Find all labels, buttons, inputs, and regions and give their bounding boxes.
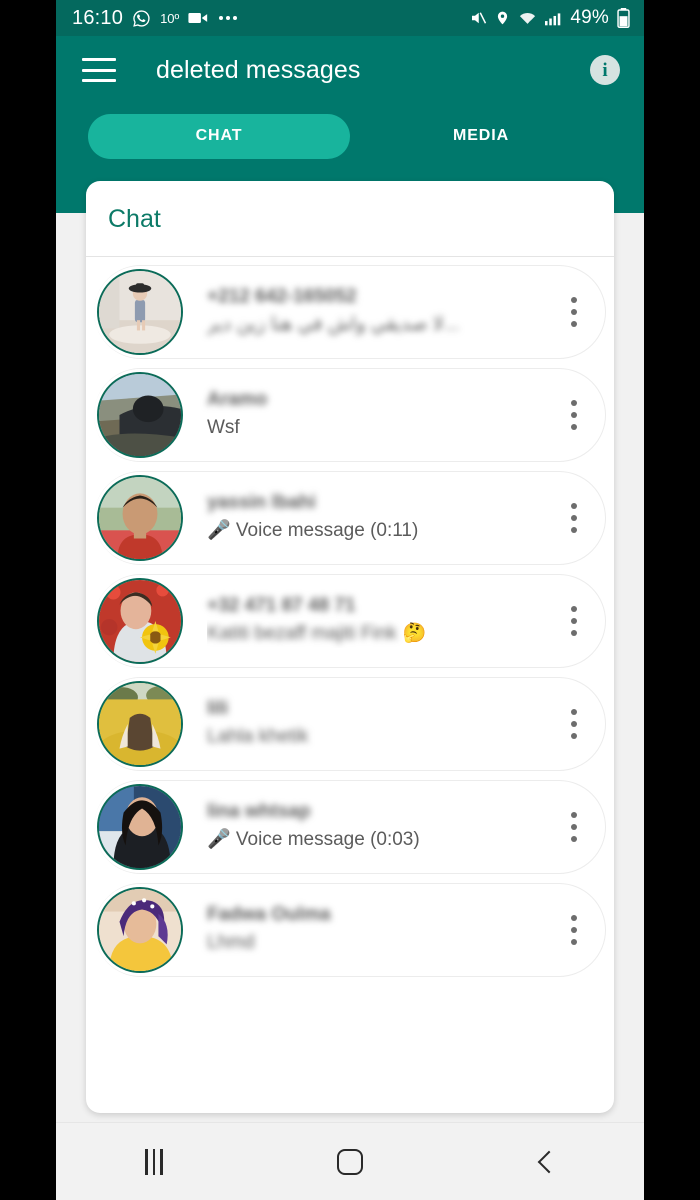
last-message: Lhmd <box>207 932 255 953</box>
recents-icon <box>145 1148 163 1175</box>
location-pin-icon <box>495 9 510 27</box>
last-message: Wsf <box>207 417 240 438</box>
hamburger-menu-icon[interactable] <box>82 58 116 82</box>
contact-name: yassin lbahi <box>207 492 316 513</box>
kebab-menu-icon[interactable] <box>563 604 585 638</box>
chat-card-container: Chat +212 642-165052 لا صديقي واش في هنا… <box>86 181 614 1113</box>
list-item[interactable]: lili Lahla khetik <box>94 677 606 771</box>
phone-screen: 16:10 10º 49% deleted messages i CHAT ME… <box>56 0 644 1200</box>
avatar <box>97 887 183 973</box>
last-message: 🎤 Voice message (0:03) <box>207 829 420 850</box>
list-item-text: lina whtsap 🎤 Voice message (0:03) <box>207 800 605 854</box>
list-item-text: Fadwa Oulma Lhmd <box>207 903 605 957</box>
wifi-icon <box>518 10 537 26</box>
contact-name: Fadwa Oulma <box>207 904 331 925</box>
status-clock: 16:10 <box>72 6 124 29</box>
status-bar: 16:10 10º 49% <box>56 0 644 36</box>
battery-icon <box>617 8 630 28</box>
list-item-text: lili Lahla khetik <box>207 697 605 751</box>
avatar <box>97 475 183 561</box>
contact-name: lina whtsap <box>207 801 311 822</box>
list-item-text: yassin lbahi 🎤 Voice message (0:11) <box>207 491 605 545</box>
volume-mute-icon <box>469 9 487 27</box>
list-item[interactable]: Aramo Wsf <box>94 368 606 462</box>
page-title: deleted messages <box>156 55 361 84</box>
kebab-menu-icon[interactable] <box>563 501 585 535</box>
kebab-menu-icon[interactable] <box>563 913 585 947</box>
last-message: Katiti bezaff majiti Fink <box>207 623 397 644</box>
whatsapp-icon <box>132 9 151 28</box>
back-button[interactable] <box>501 1134 591 1190</box>
last-message: 🎤 Voice message (0:11) <box>207 520 419 541</box>
tab-media[interactable]: MEDIA <box>350 114 612 159</box>
tab-bar: CHAT MEDIA <box>56 104 644 168</box>
status-bar-left: 16:10 10º <box>72 6 238 30</box>
kebab-menu-icon[interactable] <box>563 810 585 844</box>
list-item[interactable]: Fadwa Oulma Lhmd <box>94 883 606 977</box>
video-camera-icon <box>188 11 208 25</box>
cellular-signal-icon <box>545 11 562 26</box>
status-bar-right: 49% <box>469 7 630 29</box>
last-message-wrapper: Katiti bezaff majiti Fink 🤔 <box>207 620 551 648</box>
contact-name: +32 471 87 48 71 <box>207 595 356 616</box>
home-icon <box>337 1148 363 1175</box>
list-item-text: Aramo Wsf <box>207 388 605 442</box>
app-bar: deleted messages i <box>56 36 644 104</box>
avatar <box>97 681 183 767</box>
system-navigation-bar <box>56 1122 644 1200</box>
avatar <box>97 578 183 664</box>
list-item-text: +212 642-165052 لا صديقي واش في هنا زين … <box>207 285 605 339</box>
home-button[interactable] <box>305 1134 395 1190</box>
kebab-menu-icon[interactable] <box>563 707 585 741</box>
chat-card: Chat +212 642-165052 لا صديقي واش في هنا… <box>86 181 614 1113</box>
chat-list: +212 642-165052 لا صديقي واش في هنا زين … <box>86 257 614 977</box>
contact-name: lili <box>207 698 229 719</box>
tab-chat[interactable]: CHAT <box>88 113 350 159</box>
status-temperature: 10º <box>160 10 180 26</box>
card-title: Chat <box>108 205 161 233</box>
list-item[interactable]: yassin lbahi 🎤 Voice message (0:11) <box>94 471 606 565</box>
avatar <box>97 372 183 458</box>
info-icon-label: i <box>602 59 608 81</box>
last-message: Lahla khetik <box>207 726 309 747</box>
last-message: لا صديقي واش في هنا زين دير... <box>207 314 460 335</box>
back-icon <box>537 1150 560 1173</box>
contact-name: Aramo <box>207 389 268 410</box>
info-icon[interactable]: i <box>590 55 620 85</box>
battery-percent: 49% <box>570 7 609 28</box>
list-item[interactable]: +32 471 87 48 71 Katiti bezaff majiti Fi… <box>94 574 606 668</box>
thinking-face-emoji: 🤔 <box>402 623 427 644</box>
kebab-menu-icon[interactable] <box>563 398 585 432</box>
avatar <box>97 784 183 870</box>
list-item-text: +32 471 87 48 71 Katiti bezaff majiti Fi… <box>207 594 605 648</box>
recents-button[interactable] <box>109 1134 199 1190</box>
avatar <box>97 269 183 355</box>
kebab-menu-icon[interactable] <box>563 295 585 329</box>
contact-name: +212 642-165052 <box>207 286 357 307</box>
more-notifications-icon <box>217 16 238 20</box>
list-item[interactable]: +212 642-165052 لا صديقي واش في هنا زين … <box>94 265 606 359</box>
list-item[interactable]: lina whtsap 🎤 Voice message (0:03) <box>94 780 606 874</box>
